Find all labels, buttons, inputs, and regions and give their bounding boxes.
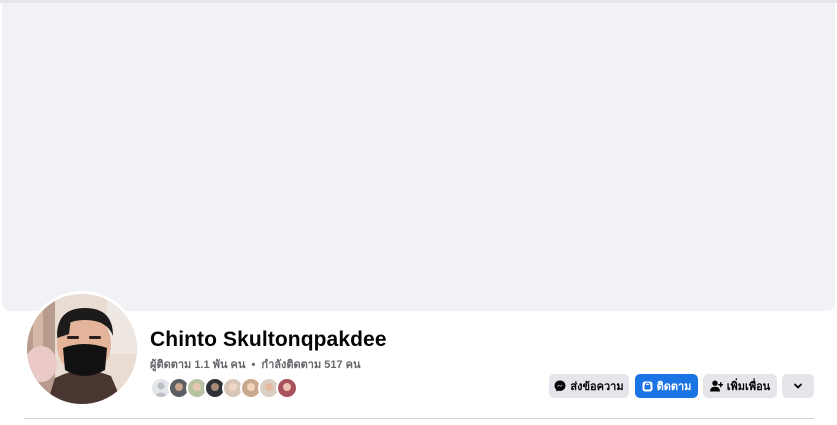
cover-photo[interactable]	[2, 3, 835, 311]
send-message-label: ส่งข้อความ	[570, 381, 624, 393]
add-friend-icon	[709, 380, 723, 392]
following-count[interactable]: กำลังติดตาม 517 คน	[261, 359, 360, 371]
more-options-button[interactable]	[782, 374, 814, 398]
messenger-icon	[554, 380, 566, 392]
followers-count[interactable]: ผู้ติดตาม 1.1 พัน คน	[150, 359, 245, 371]
friend-avatar[interactable]	[276, 377, 298, 399]
add-friend-button[interactable]: เพิ่มเพื่อน	[703, 374, 777, 398]
profile-header-divider	[24, 418, 814, 419]
stats-separator: •	[251, 359, 256, 371]
follow-button[interactable]: ติดตาม	[635, 374, 698, 398]
send-message-button[interactable]: ส่งข้อความ	[549, 374, 629, 398]
profile-picture[interactable]	[24, 291, 140, 407]
follow-icon	[642, 381, 653, 392]
follow-label: ติดตาม	[656, 381, 692, 393]
profile-name: Chinto Skultonqpakdee	[150, 328, 387, 351]
profile-photo	[27, 294, 137, 404]
chevron-down-icon	[793, 381, 803, 391]
add-friend-label: เพิ่มเพื่อน	[726, 381, 771, 393]
follow-stats: ผู้ติดตาม 1.1 พัน คน • กำลังติดตาม 517 ค…	[150, 355, 361, 373]
